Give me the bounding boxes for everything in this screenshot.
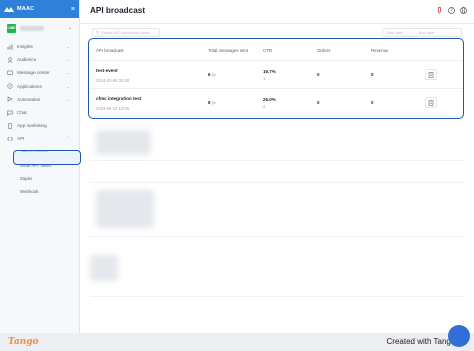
page-title: API broadcast xyxy=(90,6,146,15)
chevron-down-icon: ⌄ xyxy=(66,44,70,49)
sidebar-item-label: Chat xyxy=(17,110,27,116)
sidebar-subitem-webhook[interactable]: Webhook xyxy=(0,185,79,198)
sidebar-item-chat[interactable]: Chat xyxy=(0,106,79,119)
blurred-divider xyxy=(90,182,464,183)
sidebar-nav: Insights ⌄ Audience ⌄ Message center ⌄ A… xyxy=(0,40,79,198)
automation-icon xyxy=(7,96,13,102)
sidebar-item-message-center[interactable]: Message center ⌄ xyxy=(0,66,79,79)
blurred-divider xyxy=(90,160,464,161)
sidebar-item-automation[interactable]: Automation ⌄ xyxy=(0,93,79,106)
sidebar-item-label: Automation xyxy=(17,96,41,102)
blurred-divider xyxy=(90,236,464,237)
message-icon xyxy=(7,70,13,76)
start-date-placeholder: Start date xyxy=(386,30,403,35)
account-switcher[interactable]: LINE ⌄ xyxy=(0,18,79,38)
sidebar-item-label: Message center xyxy=(17,70,50,76)
blurred-content xyxy=(96,130,151,155)
sidebar-subitem-label: Zapier xyxy=(20,175,33,181)
apps-icon xyxy=(7,83,13,89)
sidebar-item-label: Insights xyxy=(17,44,33,50)
line-badge-icon: LINE xyxy=(7,23,16,33)
sidebar-item-label: App marketing xyxy=(17,123,47,129)
notification-icon[interactable] xyxy=(436,7,443,14)
chevron-down-icon: ⌄ xyxy=(67,25,72,31)
tango-footer: Tango Created with Tango.us xyxy=(0,333,474,351)
chevron-down-icon: ⌄ xyxy=(66,70,70,76)
arrow-right-icon: → xyxy=(408,30,413,35)
help-icon[interactable]: ? xyxy=(448,7,455,14)
bar-chart-icon xyxy=(7,44,13,50)
maac-logo-icon[interactable] xyxy=(4,6,14,13)
search-placeholder: Search API broadcast name xyxy=(101,30,150,35)
blurred-content xyxy=(96,190,154,228)
chevron-down-icon: ⌄ xyxy=(66,57,70,63)
chevron-down-icon: ⌄ xyxy=(66,96,70,102)
chat-icon xyxy=(7,110,13,116)
sidebar-item-audience[interactable]: Audience ⌄ xyxy=(0,53,79,66)
chevron-up-icon: ⌃ xyxy=(66,136,70,142)
search-icon: ⚲ xyxy=(96,29,100,35)
blurred-content xyxy=(90,255,118,281)
api-icon xyxy=(7,136,13,142)
help-chat-button[interactable] xyxy=(448,325,470,347)
hamburger-icon[interactable]: ≡ xyxy=(71,6,75,13)
highlight-frame-table xyxy=(88,38,464,119)
brand-bar: MAAC ≡ xyxy=(0,0,79,18)
app-name: MAAC xyxy=(17,6,35,12)
search-input[interactable]: ⚲ Search API broadcast name xyxy=(92,28,160,37)
sidebar-item-applications[interactable]: Applications ⌄ xyxy=(0,80,79,93)
globe-icon[interactable] xyxy=(460,7,467,14)
sidebar-item-label: Audience xyxy=(17,57,37,63)
sidebar-item-app-marketing[interactable]: App marketing xyxy=(0,119,79,132)
mobile-icon xyxy=(7,122,13,129)
chevron-down-icon: ⌄ xyxy=(66,83,70,89)
sidebar-subitem-zapier[interactable]: Zapier xyxy=(0,172,79,185)
people-icon xyxy=(7,57,13,63)
account-name-redacted xyxy=(20,25,44,31)
blurred-divider xyxy=(90,296,464,297)
date-range-picker[interactable]: Start date → End date xyxy=(382,28,462,37)
end-date-placeholder: End date xyxy=(418,30,435,35)
header-actions: ? xyxy=(436,7,467,14)
sidebar: MAAC ≡ LINE ⌄ Insights ⌄ Audience ⌄ Mess… xyxy=(0,0,80,333)
sidebar-item-insights[interactable]: Insights ⌄ xyxy=(0,40,79,53)
sidebar-item-label: Applications xyxy=(17,83,42,89)
sidebar-subitem-label: Webhook xyxy=(20,189,39,195)
sidebar-item-api[interactable]: API ⌃ xyxy=(0,132,79,145)
sidebar-item-label: API xyxy=(17,136,25,142)
header-divider xyxy=(80,23,474,24)
tango-logo: Tango xyxy=(8,337,39,347)
highlight-frame-sidebar xyxy=(13,150,81,165)
